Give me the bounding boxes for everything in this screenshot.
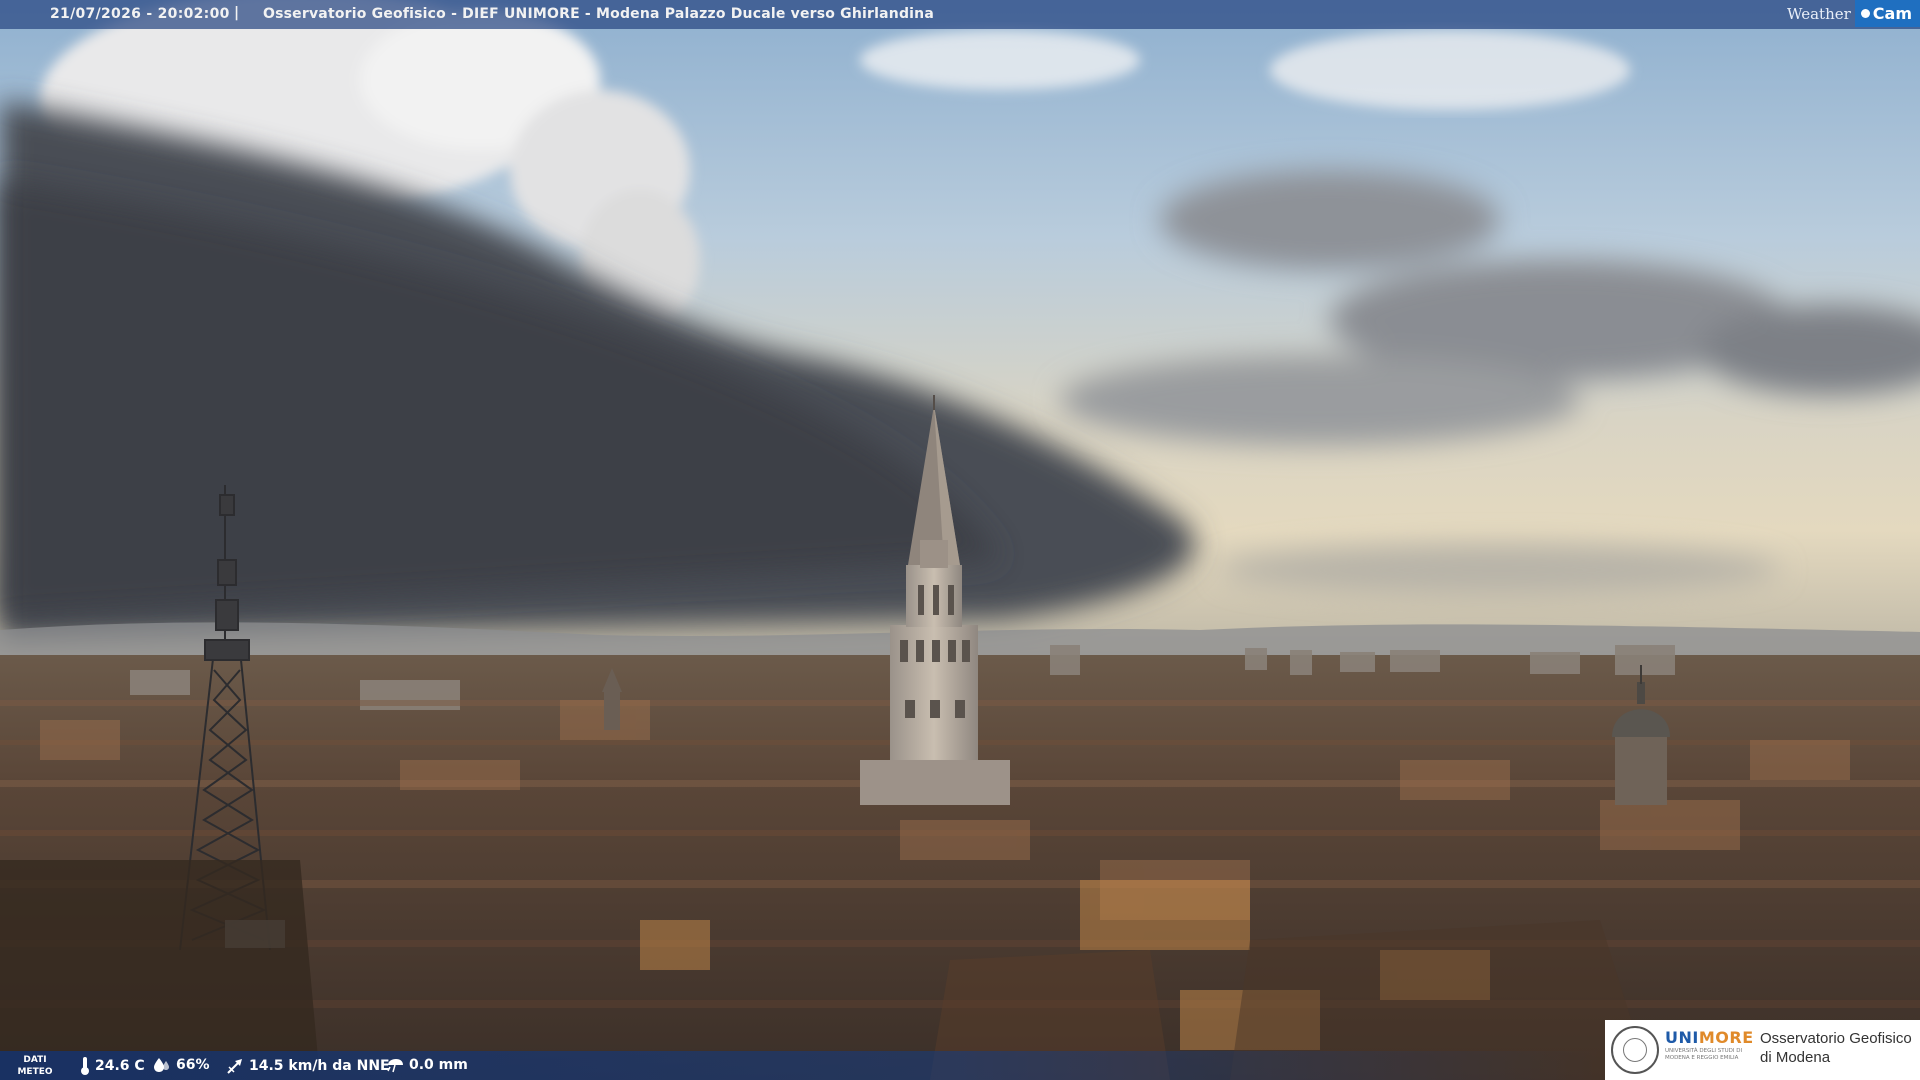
humidity-value: 66%	[176, 1057, 210, 1073]
weather-label-line1: DATI	[23, 1055, 47, 1065]
weathercam-logo: Weather Cam	[1787, 0, 1920, 27]
unimore-logo: UNIMORE UNIVERSITÀ DEGLI STUDI DI MODENA…	[1605, 1020, 1920, 1080]
logo-cam-badge: Cam	[1854, 0, 1920, 27]
camera-dot-icon	[1860, 9, 1870, 18]
rain-gauge-icon	[387, 1059, 403, 1073]
observatory-line1: Osservatorio Geofisico	[1760, 1030, 1912, 1047]
timestamp: 21/07/2026 - 20:02:00	[50, 6, 230, 22]
overlay-top-bar: 21/07/2026 - 20:02:00 | Osservatorio Geo…	[0, 0, 1920, 29]
thermometer-icon	[81, 1057, 89, 1075]
wind-direction-icon	[227, 1059, 242, 1074]
weather-label: DATI METEO	[14, 1054, 56, 1078]
brand-uni: UNI	[1665, 1028, 1699, 1047]
camera-title: Osservatorio Geofisico - DIEF UNIMORE - …	[263, 6, 934, 22]
observatory-line2: di Modena	[1760, 1049, 1831, 1066]
brand-more: MORE	[1698, 1028, 1754, 1047]
wind-value: 14.5 km/h da NNE	[249, 1058, 390, 1074]
observatory-name: Osservatorio Geofisico di Modena	[1760, 1029, 1912, 1067]
university-subtitle: UNIVERSITÀ DEGLI STUDI DI MODENA E REGGI…	[1665, 1048, 1743, 1061]
temperature-reading: 24.6 C	[80, 1057, 145, 1075]
university-seal-icon	[1611, 1026, 1659, 1074]
rain-value: 0.0 mm	[409, 1057, 468, 1073]
weather-data-bar: DATI METEO 24.6 C 66% 14.5 km/h da NNE 0…	[0, 1051, 1600, 1080]
drop-icon	[154, 1058, 169, 1072]
separator: |	[234, 5, 240, 21]
rain-reading: 0.0 mm	[386, 1057, 468, 1073]
weather-label-line2: METEO	[17, 1067, 53, 1077]
logo-weather-text: Weather	[1787, 4, 1851, 23]
temperature-value: 24.6 C	[95, 1058, 145, 1074]
wind-reading: 14.5 km/h da NNE	[226, 1057, 390, 1075]
humidity-reading: 66%	[153, 1057, 210, 1073]
webcam-scene	[0, 0, 1920, 1080]
logo-cam-text: Cam	[1872, 4, 1912, 23]
unimore-wordmark: UNIMORE	[1665, 1028, 1754, 1047]
